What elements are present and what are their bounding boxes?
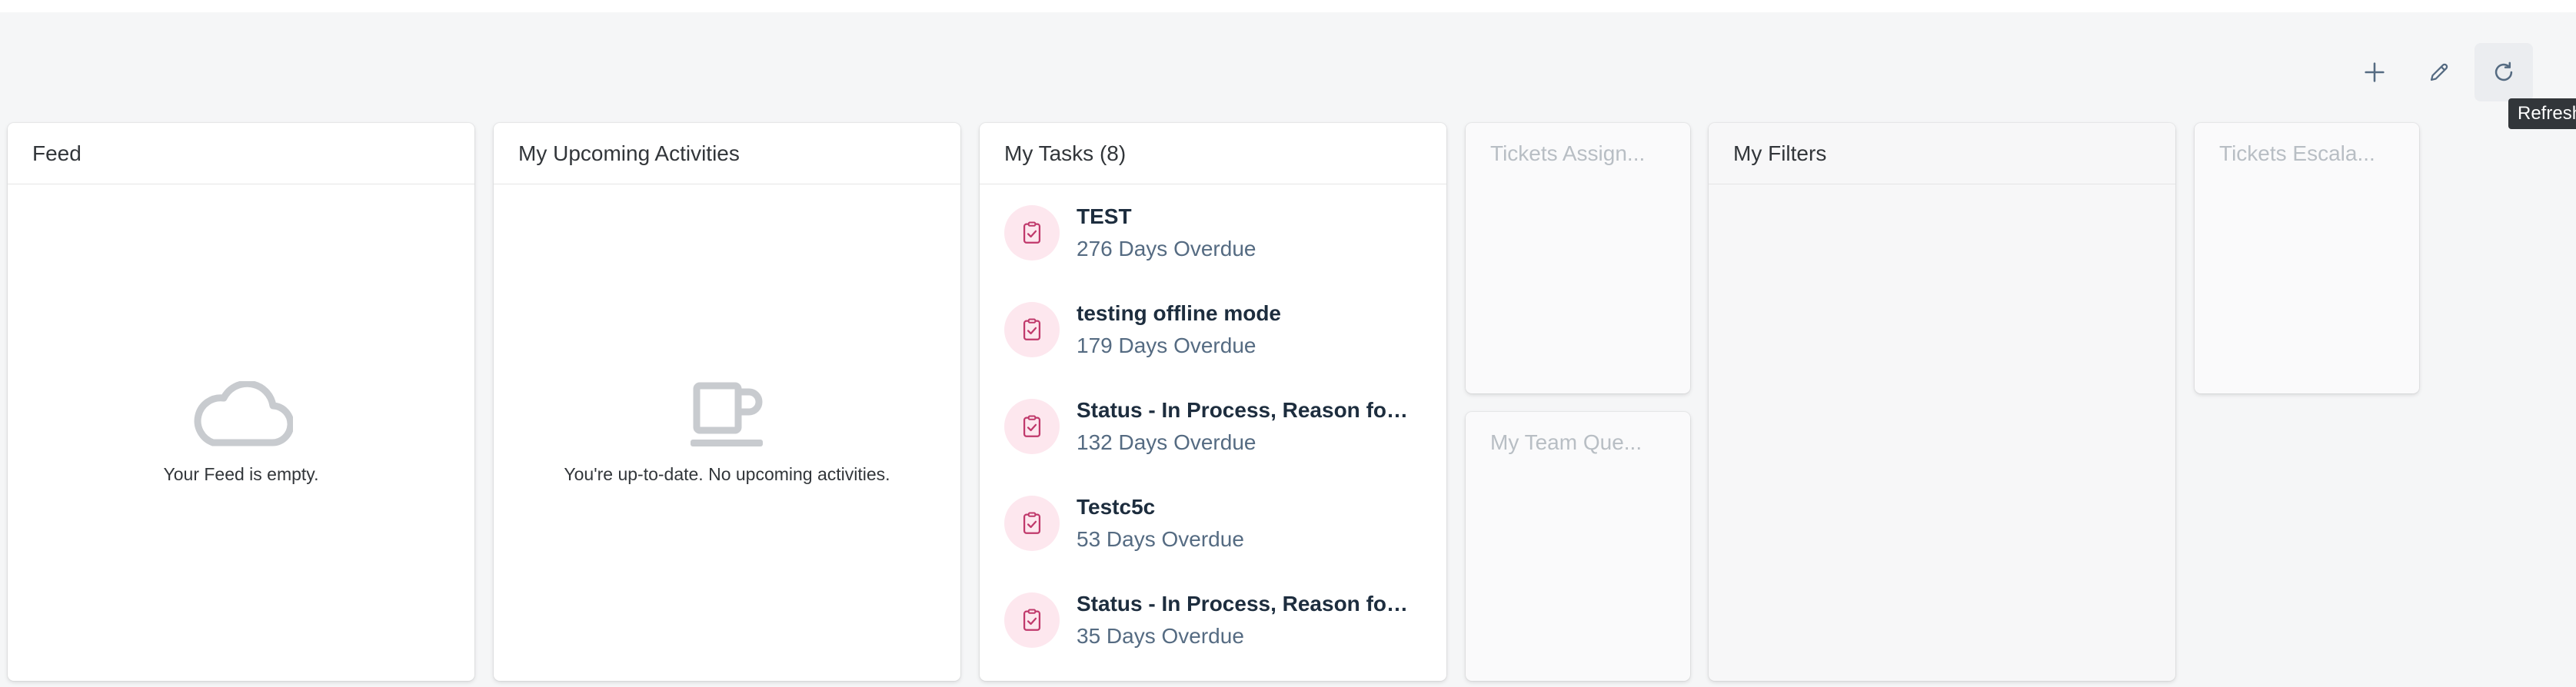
feed-empty-state: Your Feed is empty.: [8, 381, 474, 485]
task-overdue: 132 Days Overdue: [1077, 430, 1256, 454]
cloud-icon: [194, 381, 293, 446]
coffee-cup-icon: [690, 382, 763, 446]
filters-card: My Filters: [1709, 123, 2175, 681]
task-overdue: 53 Days Overdue: [1077, 527, 1244, 551]
task-overdue: 35 Days Overdue: [1077, 624, 1244, 648]
refresh-button[interactable]: [2474, 43, 2533, 101]
task-item[interactable]: testing offline mode 179 Days Overdue: [980, 281, 1446, 378]
task-clipboard-icon: [1023, 609, 1041, 631]
task-title: testing offline mode: [1077, 301, 1281, 325]
feed-card-title[interactable]: Feed: [8, 123, 474, 184]
pencil-icon: [2430, 63, 2448, 81]
task-title: Status - In Process, Reason for ...: [1077, 398, 1415, 422]
refresh-icon: [2494, 61, 2513, 81]
refresh-tooltip: Refresh: [2508, 98, 2576, 129]
team-queue-title: My Team Que...: [1490, 430, 1642, 454]
activities-empty-state: You're up-to-date. No upcoming activitie…: [494, 381, 960, 485]
top-strip: [0, 0, 2576, 12]
task-icon-wrap: [1004, 592, 1060, 648]
task-overdue: 276 Days Overdue: [1077, 237, 1256, 261]
task-clipboard-icon: [1023, 221, 1041, 244]
feed-card: Feed Your Feed is empty.: [8, 123, 474, 681]
tickets-escalated-title: Tickets Escala...: [2219, 141, 2375, 165]
feed-empty-text: Your Feed is empty.: [163, 464, 319, 484]
task-clipboard-icon: [1023, 415, 1041, 437]
task-title: TEST: [1077, 204, 1132, 228]
page-toolbar: [2345, 43, 2533, 101]
task-icon-wrap: [1004, 205, 1060, 261]
team-queue-card[interactable]: My Team Que...: [1466, 412, 1690, 681]
task-title: Status - In Process, Reason for ...: [1077, 592, 1415, 616]
add-button[interactable]: [2345, 43, 2404, 101]
task-overdue: 179 Days Overdue: [1077, 334, 1256, 357]
activities-card: My Upcoming Activities You're up-to-date…: [494, 123, 960, 681]
tickets-assigned-title: Tickets Assign...: [1490, 141, 1646, 165]
edit-button[interactable]: [2410, 43, 2468, 101]
filters-card-title[interactable]: My Filters: [1709, 123, 2175, 184]
activities-card-title[interactable]: My Upcoming Activities: [494, 123, 960, 184]
task-item[interactable]: Status - In Process, Reason for ... 132 …: [980, 378, 1446, 475]
activities-empty-text: You're up-to-date. No upcoming activitie…: [564, 464, 890, 484]
task-title: Testc5c: [1077, 495, 1156, 519]
task-clipboard-icon: [1023, 512, 1041, 534]
task-icon-wrap: [1004, 399, 1060, 454]
task-item[interactable]: TEST 276 Days Overdue: [980, 184, 1446, 281]
task-icon-wrap: [1004, 496, 1060, 551]
task-list: TEST 276 Days Overdue testing offline mo…: [980, 184, 1446, 669]
task-icon-wrap: [1004, 302, 1060, 357]
task-clipboard-icon: [1023, 318, 1041, 340]
tasks-card-title[interactable]: My Tasks (8): [980, 123, 1446, 184]
tickets-escalated-card[interactable]: Tickets Escala...: [2195, 123, 2419, 393]
task-item[interactable]: Status - In Process, Reason for ... 35 D…: [980, 572, 1446, 669]
plus-icon: [2365, 62, 2385, 82]
tasks-card: My Tasks (8) TEST 276 Days Overdue testi…: [980, 123, 1446, 681]
tickets-assigned-card[interactable]: Tickets Assign...: [1466, 123, 1690, 393]
task-item[interactable]: Testc5c 53 Days Overdue: [980, 475, 1446, 572]
